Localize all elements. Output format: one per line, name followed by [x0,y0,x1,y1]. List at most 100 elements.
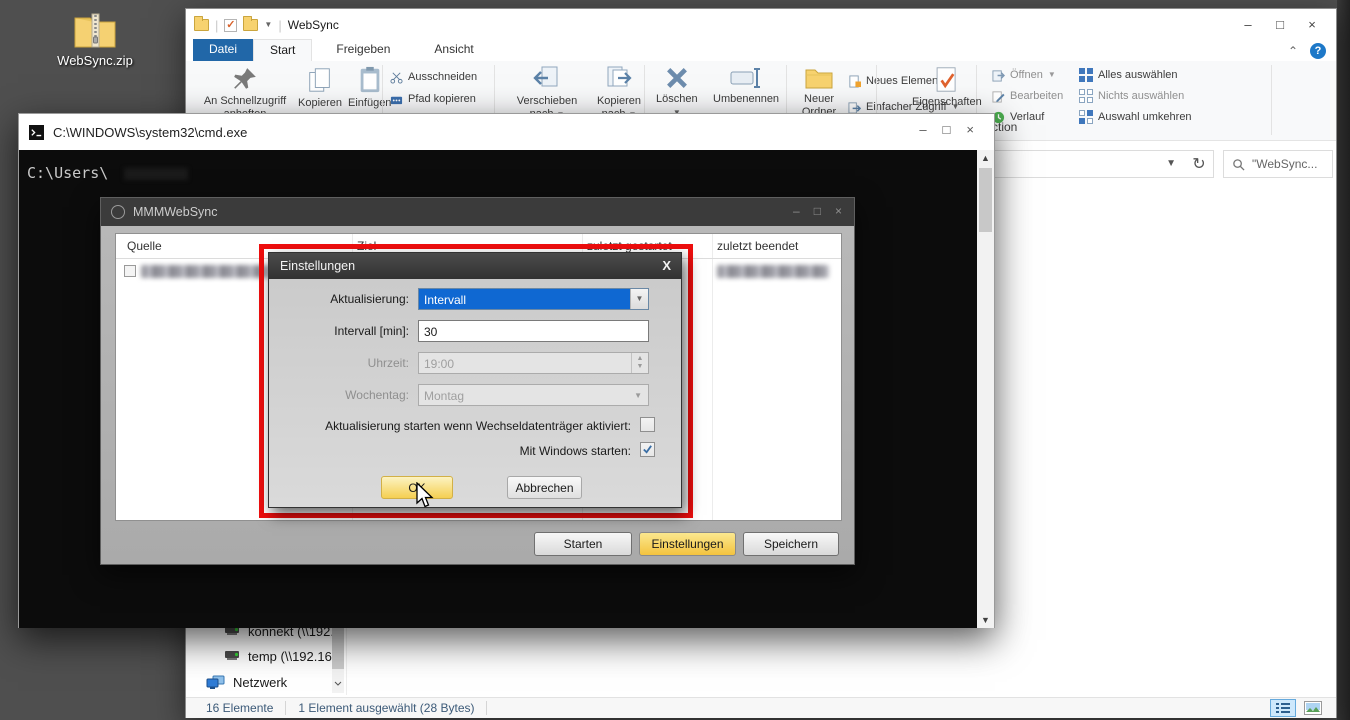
spinner-arrows-icon: ▲ ▼ [631,353,648,373]
status-divider [285,701,287,715]
invert-selection-icon [1079,110,1093,124]
close-icon[interactable]: X [662,258,671,273]
open-button[interactable]: Öffnen ▼ [992,65,1056,85]
details-view-icon [1276,703,1290,713]
cmd-scrollbar-thumb[interactable] [979,168,992,232]
close-button[interactable]: × [835,204,842,218]
paste-icon [360,66,380,93]
console-prompt: C:\Users\ [27,164,109,182]
cmd-window-title: C:\WINDOWS\system32\cmd.exe [53,124,248,140]
ribbon-separator [1271,65,1272,135]
invert-selection-button[interactable]: Auswahl umkehren [1079,107,1192,127]
nav-scroll-down-button[interactable] [332,675,344,691]
weekday-combobox: Montag ▼ [418,384,649,406]
copy-to-icon [607,66,632,87]
minimize-button[interactable]: – [919,122,926,137]
cancel-button[interactable]: Abbrechen [507,476,582,499]
interval-label: Intervall [min]: [334,324,409,338]
explorer-titlebar: | ✓ ▼ | WebSync – □ × [186,9,1336,39]
column-header-zuletzt-beendet[interactable]: zuletzt beendet [717,239,798,253]
dialog-title: Einstellungen [280,259,356,273]
search-input-text: "WebSync... [1252,157,1318,171]
help-icon[interactable]: ? [1310,43,1326,59]
new-folder-icon [805,69,833,89]
thumbnail-view-button[interactable] [1300,699,1326,717]
refresh-button[interactable]: ↻ [1185,150,1214,178]
settings-dialog: Einstellungen X Aktualisierung: Interval… [268,252,682,508]
qat-properties-icon[interactable]: ✓ [224,18,238,32]
removable-media-checkbox[interactable] [640,417,655,432]
pin-icon [234,68,256,89]
search-icon [1233,158,1245,171]
save-button[interactable]: Speichern [743,532,839,556]
chevron-down-icon: ▼ [635,294,644,303]
tab-datei[interactable]: Datei [193,39,254,61]
zip-folder-icon [74,13,116,48]
network-icon [206,675,225,689]
weekday-label: Wochentag: [345,388,409,402]
start-button[interactable]: Starten [534,532,632,556]
interval-input[interactable]: 30 [418,320,649,342]
search-box[interactable]: "WebSync... [1223,150,1333,178]
select-all-button[interactable]: Alles auswählen [1079,65,1178,85]
qat-new-folder-icon[interactable] [243,16,259,31]
address-dropdown-icon[interactable]: ▼ [1166,159,1176,169]
combo-drop-button[interactable]: ▼ [630,289,648,309]
refresh-icon: ↻ [1192,156,1206,173]
cmd-titlebar: C:\WINDOWS\system32\cmd.exe – □ × [19,114,994,150]
sidebar-item-netzwerk[interactable]: Netzwerk [206,670,287,694]
select-none-button[interactable]: Nichts auswählen [1079,86,1184,106]
time-value: 19:00 [424,357,455,371]
tab-freigeben[interactable]: Freigeben [320,39,406,61]
minimize-button[interactable]: – [1232,14,1264,34]
update-mode-combobox[interactable]: Intervall ▼ [418,288,649,310]
chevron-down-icon: ▼ [1047,70,1056,79]
column-separator [712,234,713,520]
autostart-checkbox[interactable] [640,442,655,457]
delete-button[interactable]: Löschen ▼ [652,63,702,117]
maximize-button[interactable]: □ [1264,14,1296,34]
desktop: WebSync.zip | ✓ ▼ | WebSync – □ × Datei … [0,0,1350,720]
cmd-scrollbar-track[interactable]: ▲ ▼ [977,150,994,628]
redacted-username [124,168,188,180]
easy-access-icon [848,101,861,114]
close-button[interactable]: × [966,122,974,137]
select-none-icon [1079,89,1093,103]
qat-separator: | [215,17,219,33]
tab-start[interactable]: Start [253,39,313,61]
close-button[interactable]: × [1296,14,1328,34]
paste-button[interactable]: Einfügen [344,63,395,110]
minimize-button[interactable]: – [793,204,800,218]
weekday-value: Montag [424,389,465,403]
rename-button[interactable]: Umbenennen [709,63,783,106]
cmd-icon [29,124,44,140]
settings-button[interactable]: Einstellungen [639,532,736,556]
ribbon-tabs: Datei Start Freigeben Ansicht [186,39,1336,61]
desktop-icon-websync-zip[interactable]: WebSync.zip [40,10,150,90]
qat-separator: | [278,17,282,33]
tab-ansicht[interactable]: Ansicht [418,39,489,61]
new-folder-button[interactable]: Neuer Ordner [792,63,846,119]
qat-dropdown-icon[interactable]: ▼ [264,21,272,29]
new-item-icon [849,74,861,88]
scroll-down-icon[interactable]: ▼ [977,612,994,628]
edit-button[interactable]: Bearbeiten [992,86,1063,106]
scroll-up-icon[interactable]: ▲ [977,150,994,166]
explorer-app-icon [194,16,209,31]
details-view-button[interactable] [1270,699,1296,717]
properties-button[interactable]: Eigenschaften ▼ [908,63,986,120]
column-header-quelle[interactable]: Quelle [127,239,162,253]
interval-value: 30 [424,325,438,339]
desktop-edge-shade [1337,0,1350,720]
maximize-button[interactable]: □ [814,204,821,218]
sidebar-item-temp[interactable]: temp (\\192.168. [224,644,343,668]
collapse-ribbon-icon[interactable]: ⌃ [1288,44,1298,58]
maximize-button[interactable]: □ [943,122,951,137]
status-selection: 1 Element ausgewählt (28 Bytes) [298,701,475,715]
dialog-titlebar: Einstellungen X [269,253,681,279]
copy-button[interactable]: Kopieren [294,63,346,110]
copy-path-button[interactable]: Pfad kopieren [390,89,476,109]
row-checkbox[interactable] [124,265,136,277]
cut-button[interactable]: Ausschneiden [390,67,477,87]
mouse-cursor [416,482,434,508]
